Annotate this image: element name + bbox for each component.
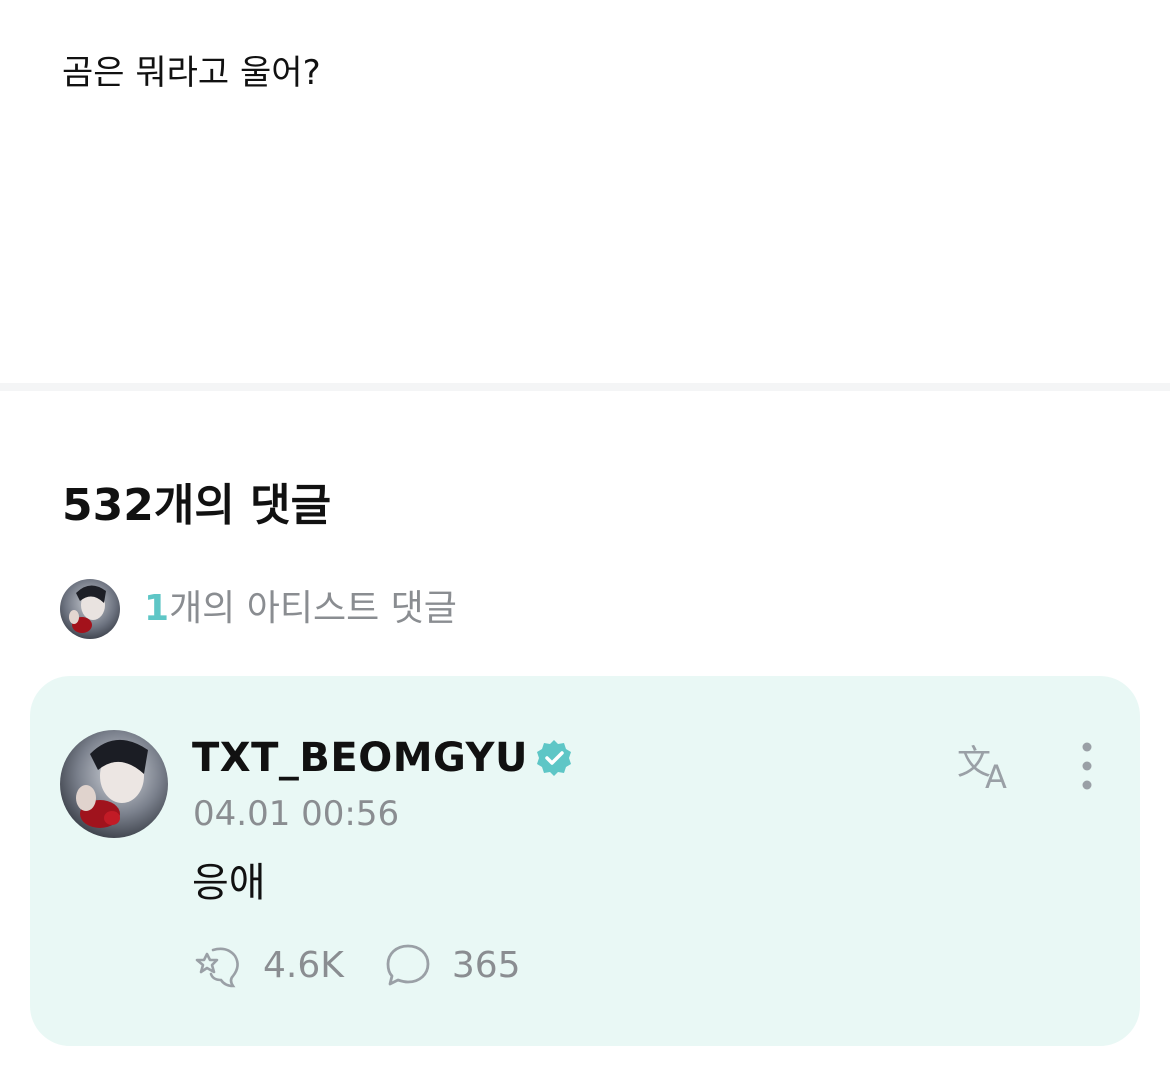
comment-timestamp: 04.01 00:56 (193, 794, 400, 834)
artist-comments-count: 1 (144, 588, 170, 629)
artist-comment-card: TXT_BEOMGYU 04.01 00:56 응애 4.6K 365 文 A (30, 676, 1140, 1046)
more-options-button[interactable] (1070, 738, 1104, 794)
author-name: TXT_BEOMGYU (192, 735, 528, 781)
comment-body: 응애 (192, 860, 266, 906)
artist-comments-text: 개의 아티스트 댓글 (169, 588, 457, 629)
like-count: 4.6K (263, 945, 344, 986)
reply-count: 365 (451, 945, 521, 986)
comment-count-heading: 532개의 댓글 (62, 480, 332, 531)
section-divider (0, 383, 1170, 391)
translate-button[interactable]: 文 A (955, 738, 1019, 796)
speech-bubble-icon (386, 944, 430, 986)
comment-author[interactable]: TXT_BEOMGYU (192, 733, 574, 783)
verified-badge-icon (536, 740, 571, 776)
translate-icon: 文 A (957, 743, 1007, 796)
artist-avatar[interactable] (60, 730, 168, 838)
cheer-icon (195, 947, 239, 988)
reply-button[interactable]: 365 (382, 940, 521, 992)
comment-stats: 4.6K 365 (193, 938, 559, 994)
artist-comments-label: 1개의 아티스트 댓글 (144, 586, 457, 632)
artist-comments-link[interactable]: 1개의 아티스트 댓글 (60, 578, 457, 640)
like-button[interactable]: 4.6K (193, 940, 344, 992)
more-vertical-icon (1082, 742, 1092, 790)
artist-avatar-small (60, 579, 120, 639)
svg-text:A: A (985, 758, 1007, 794)
post-text: 곰은 뭐라고 울어? (62, 53, 321, 93)
